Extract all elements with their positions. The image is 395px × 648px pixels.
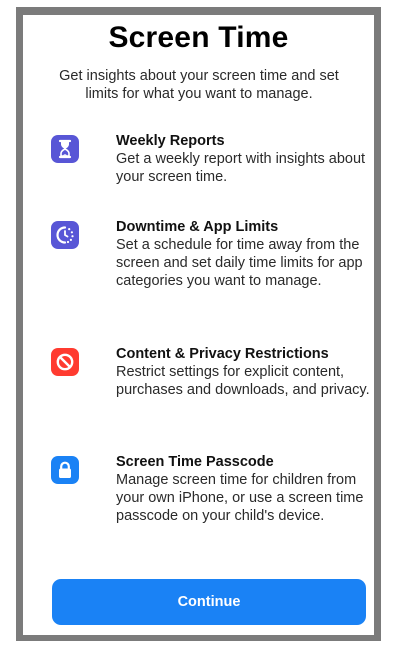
page-subtitle: Get insights about your screen time and … xyxy=(59,68,339,102)
feature-title: Screen Time Passcode xyxy=(116,454,274,470)
feature-description: Restrict settings for explicit content, … xyxy=(116,364,370,398)
feature-description: Get a weekly report with insights about … xyxy=(116,151,366,185)
screen-time-onboarding: Screen Time Get insights about your scre… xyxy=(23,15,374,635)
feature-title: Downtime & App Limits xyxy=(116,219,279,235)
feature-text: Downtime & App Limits Set a schedule for… xyxy=(116,218,372,290)
lock-icon xyxy=(51,456,79,484)
feature-text: Screen Time Passcode Manage screen time … xyxy=(116,453,372,525)
continue-button[interactable]: Continue xyxy=(52,579,366,625)
feature-text: Content & Privacy Restrictions Restrict … xyxy=(116,345,372,399)
feature-description: Manage screen time for children from you… xyxy=(116,472,364,524)
feature-description: Set a schedule for time away from the sc… xyxy=(116,237,363,289)
feature-title: Weekly Reports xyxy=(116,133,225,149)
feature-title: Content & Privacy Restrictions xyxy=(116,346,329,362)
restriction-icon xyxy=(51,348,79,376)
page-title: Screen Time xyxy=(108,21,289,54)
feature-text: Weekly Reports Get a weekly report with … xyxy=(116,132,372,186)
hourglass-icon xyxy=(51,135,79,163)
downtime-clock-icon xyxy=(51,221,79,249)
